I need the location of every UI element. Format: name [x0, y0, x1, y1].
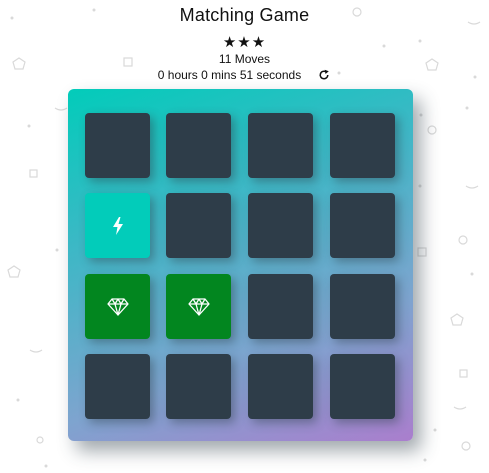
- timer-row: 0 hours 0 mins 51 seconds: [0, 68, 489, 82]
- card[interactable]: [248, 193, 313, 258]
- moves-counter: 11 Moves: [218, 52, 271, 66]
- card[interactable]: [330, 354, 395, 419]
- card[interactable]: [166, 354, 231, 419]
- card-open[interactable]: [85, 193, 150, 258]
- card[interactable]: [248, 274, 313, 339]
- card[interactable]: [330, 274, 395, 339]
- restart-icon[interactable]: [317, 68, 331, 82]
- card[interactable]: [248, 113, 313, 178]
- card-matched[interactable]: [85, 274, 150, 339]
- page-title: Matching Game: [179, 5, 310, 25]
- bolt-icon: [112, 216, 124, 235]
- card-matched[interactable]: [166, 274, 231, 339]
- card[interactable]: [248, 354, 313, 419]
- card-deck: [68, 89, 413, 441]
- star-rating: ★★★: [222, 34, 267, 51]
- card[interactable]: [330, 193, 395, 258]
- card[interactable]: [166, 113, 231, 178]
- timer-text: 0 hours 0 mins 51 seconds: [157, 68, 302, 82]
- card[interactable]: [85, 354, 150, 419]
- diamond-icon: [187, 297, 210, 316]
- card[interactable]: [330, 113, 395, 178]
- card[interactable]: [166, 193, 231, 258]
- diamond-icon: [106, 297, 129, 316]
- card[interactable]: [85, 113, 150, 178]
